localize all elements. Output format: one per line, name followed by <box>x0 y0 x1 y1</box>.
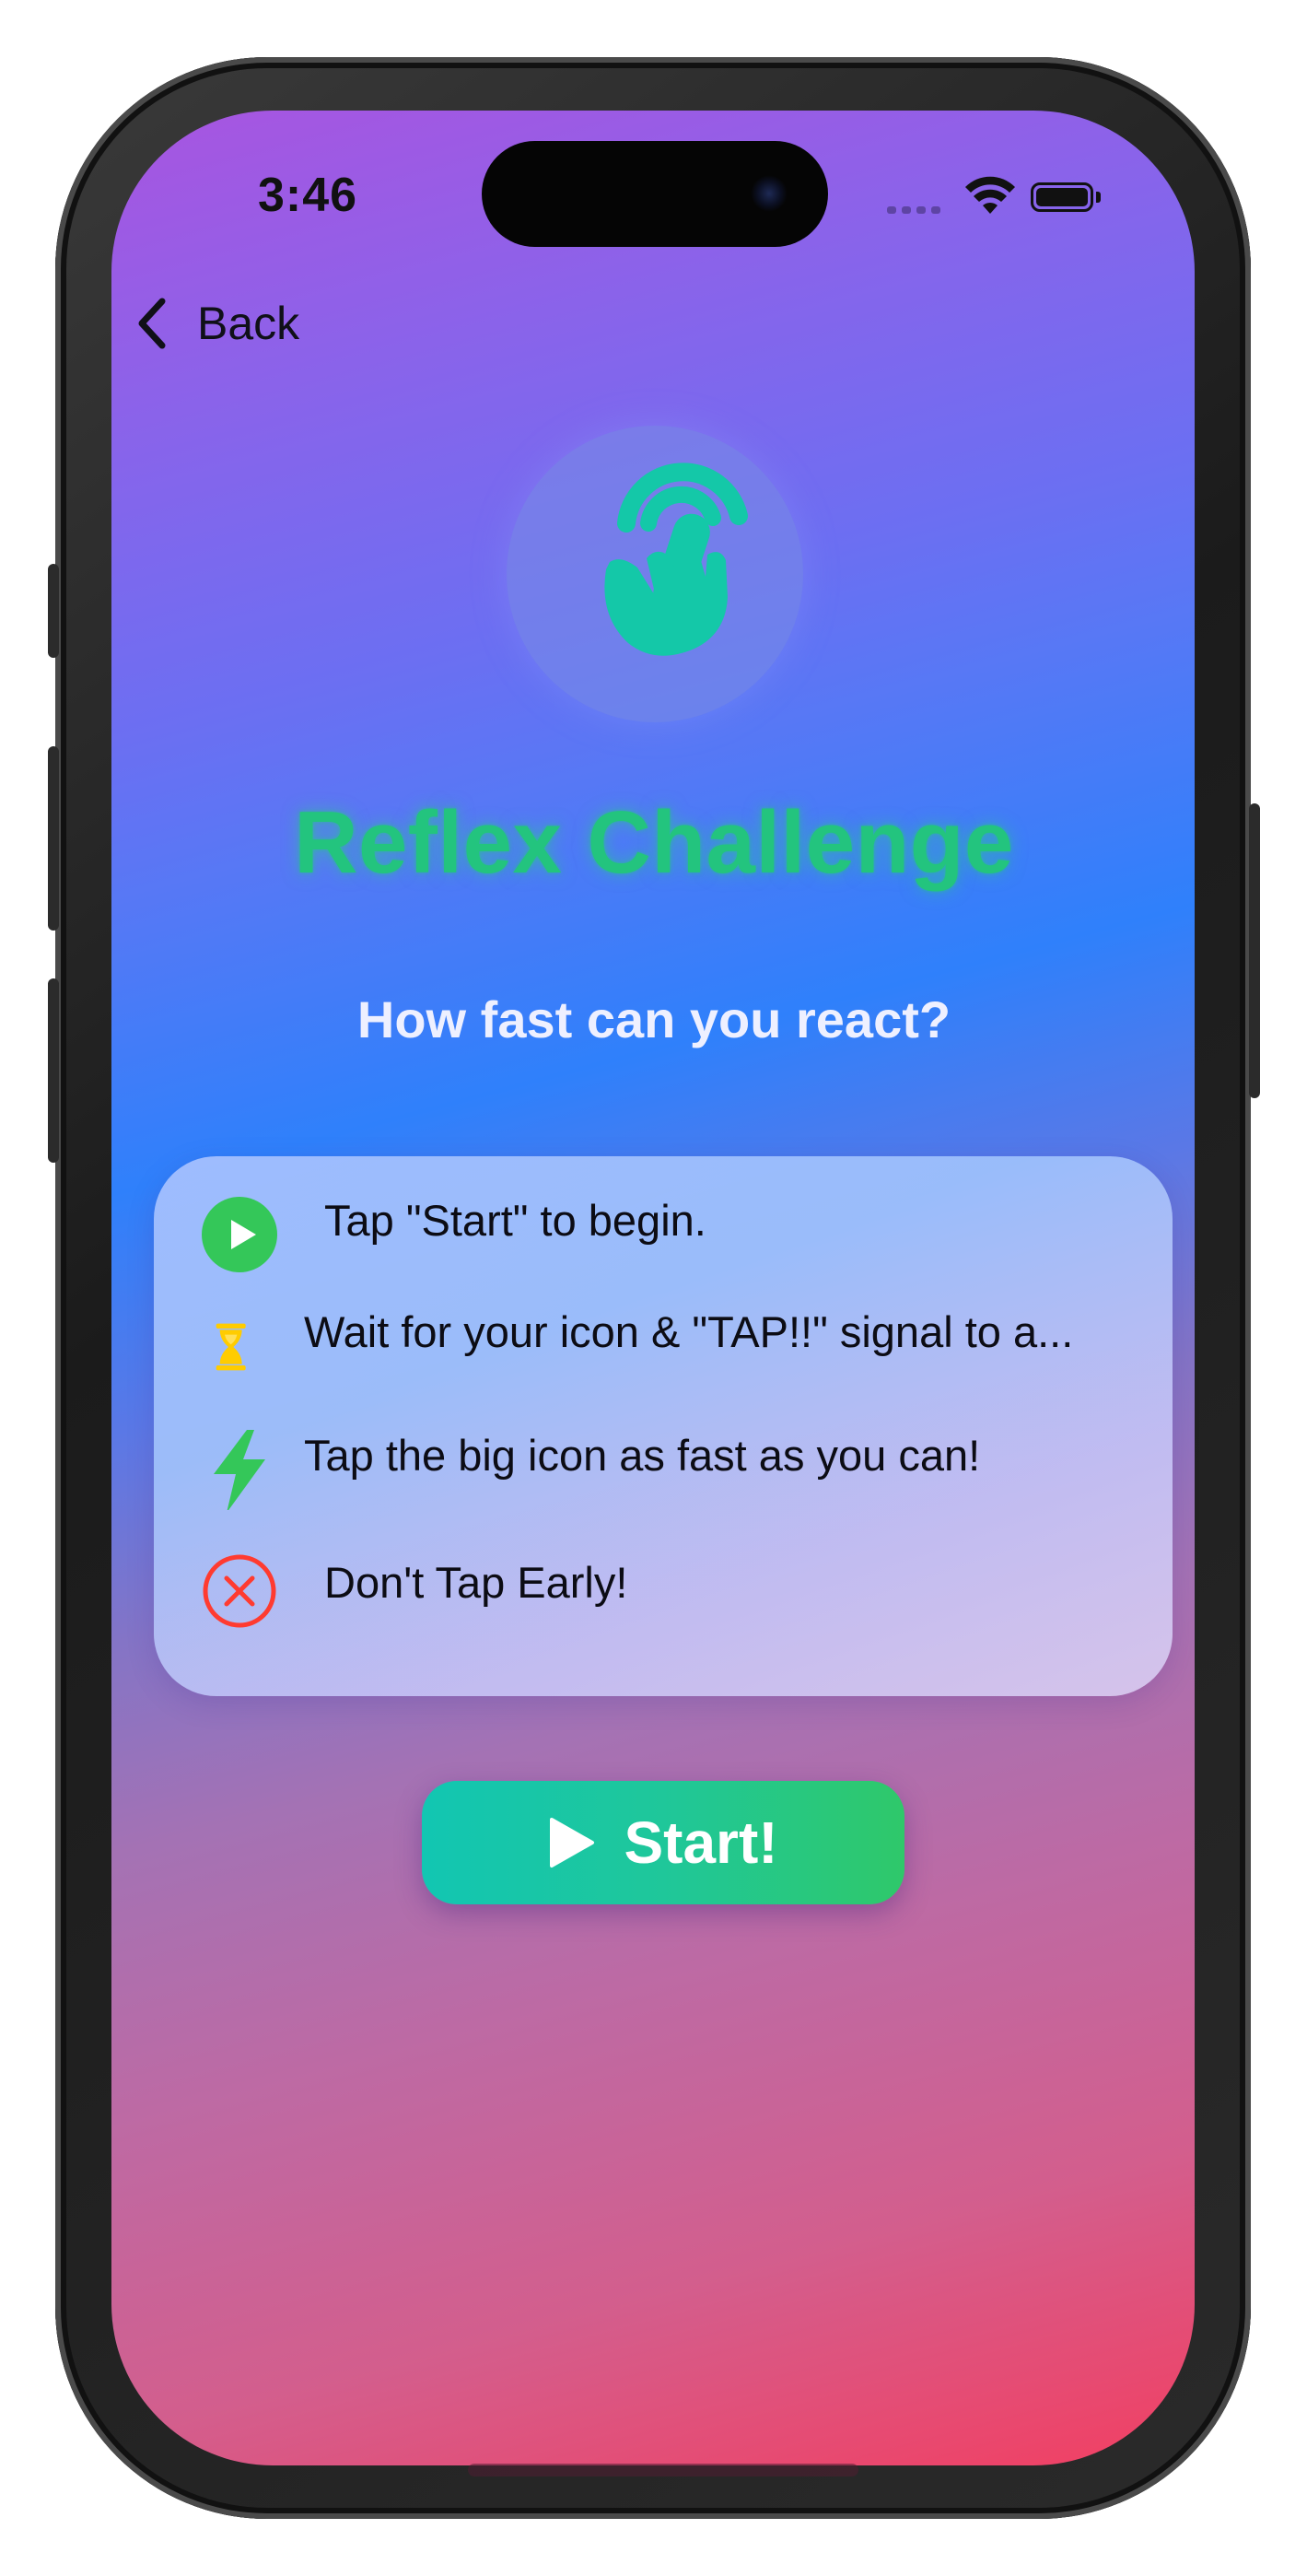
status-time: 3:46 <box>258 169 358 222</box>
cellular-signal-icon <box>887 206 940 214</box>
start-button-label: Start! <box>624 1809 778 1876</box>
volume-down-button <box>48 978 59 1163</box>
rule-item-wait: Wait for your icon & "TAP!!" signal to a… <box>201 1306 1074 1386</box>
back-label: Back <box>197 298 300 349</box>
rule-item-start: Tap "Start" to begin. <box>201 1196 706 1273</box>
hourglass-icon <box>216 1323 246 1371</box>
rule-item-tap: Tap the big icon as fast as you can! <box>201 1423 980 1510</box>
wifi-icon <box>965 176 1015 214</box>
rule-text: Tap the big icon as fast as you can! <box>304 1430 981 1480</box>
volume-up-button <box>48 746 59 931</box>
rule-text: Tap "Start" to begin. <box>324 1195 706 1245</box>
start-button[interactable]: Start! <box>422 1781 904 1904</box>
home-indicator[interactable] <box>468 2464 858 2476</box>
status-icons <box>887 175 1108 221</box>
page-subtitle: How fast can you react? <box>356 990 951 1048</box>
rule-text: Don't Tap Early! <box>324 1557 628 1607</box>
play-icon <box>550 1818 595 1868</box>
front-camera <box>751 175 788 212</box>
rule-item-early: Don't Tap Early! <box>201 1552 627 1630</box>
lightning-bolt-icon <box>214 1430 265 1510</box>
battery-tip <box>1096 192 1101 203</box>
play-circle-icon <box>202 1197 277 1272</box>
chevron-left-icon <box>138 298 166 349</box>
x-circle-icon <box>203 1554 276 1628</box>
rule-text: Wait for your icon & "TAP!!" signal to a… <box>304 1306 1074 1356</box>
page-title: Reflex Challenge <box>294 793 1014 892</box>
action-button <box>48 564 59 658</box>
back-button[interactable]: Back <box>134 293 319 354</box>
hand-tap-icon <box>604 463 748 656</box>
battery-icon <box>1031 182 1093 212</box>
power-button <box>1249 803 1260 1098</box>
